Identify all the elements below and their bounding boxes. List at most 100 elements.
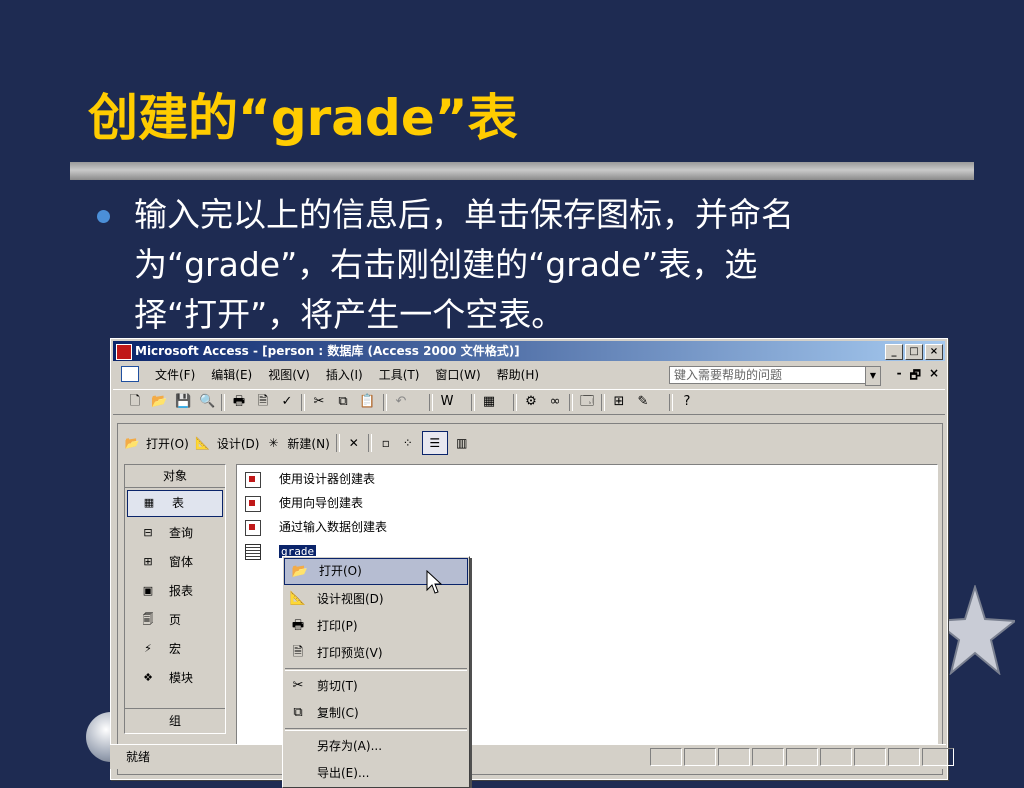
object-label: 报表 bbox=[169, 584, 194, 598]
design-icon[interactable]: 📐 bbox=[195, 435, 211, 451]
object-label: 页 bbox=[169, 613, 182, 627]
object-modules[interactable]: ❖ 模块 bbox=[125, 664, 225, 693]
print-preview-icon: 🗎 bbox=[292, 645, 304, 660]
context-copy[interactable]: ⧉ 复制(C) bbox=[283, 700, 469, 727]
office-links-icon[interactable]: W bbox=[439, 394, 455, 410]
save-icon[interactable]: 💾 bbox=[175, 394, 191, 410]
object-macros[interactable]: ⚡ 宏 bbox=[125, 635, 225, 664]
slide-title: 创建的“grade”表 bbox=[88, 89, 518, 147]
mdi-restore-button[interactable]: 🗗 bbox=[910, 366, 921, 387]
bullet-icon bbox=[97, 210, 110, 223]
mdi-close-button[interactable]: × bbox=[929, 366, 939, 387]
menu-tools[interactable]: 工具(T) bbox=[379, 366, 420, 383]
standard-toolbar: 🗋 📂 💾 🔍 🖶 🗎 ✓ ✂ ⧉ 📋 ↶ W ▦ ⚙ ∞ 🗔 ⊞ ✎ ? bbox=[113, 389, 945, 415]
code-icon[interactable]: ⚙ bbox=[523, 394, 539, 410]
open-table-icon: 📂 bbox=[291, 564, 309, 579]
menu-help[interactable]: 帮助(H) bbox=[497, 366, 539, 383]
mdi-minimize-button[interactable]: - bbox=[897, 366, 902, 387]
object-reports[interactable]: ▣ 报表 bbox=[125, 577, 225, 606]
objects-bar: 对象 ▦ 表 ⊟ 查询 ⊞ 窗体 ▣ 报表 🗐 页 ⚡ 宏 ❖ 模块 组 bbox=[124, 464, 226, 734]
details-view-icon[interactable]: ▥ bbox=[454, 435, 470, 451]
delete-icon[interactable]: ✕ bbox=[346, 435, 362, 451]
table-icon bbox=[245, 543, 261, 560]
database-window-icon[interactable] bbox=[121, 366, 139, 382]
help-icon[interactable]: ? bbox=[679, 394, 695, 410]
table-icon: ▦ bbox=[143, 496, 155, 509]
object-label: 查询 bbox=[169, 526, 194, 540]
status-text: 就绪 bbox=[126, 750, 151, 764]
database-toolbar: 📂 打开(O) 📐 设计(D) ✳ 新建(N) ✕ ▫ ⁘ ☰ ▥ bbox=[124, 430, 470, 456]
list-item[interactable]: 通过输入数据创建表 bbox=[245, 517, 387, 537]
bullet-text: 输入完以上的信息后，单击保存图标，并命名 为“grade”，右击刚创建的“gra… bbox=[134, 190, 954, 340]
print-icon: 🖶 bbox=[291, 618, 305, 633]
analyze-icon[interactable]: ▦ bbox=[481, 394, 497, 410]
object-tables[interactable]: ▦ 表 bbox=[127, 490, 223, 517]
menu-window[interactable]: 窗口(W) bbox=[435, 366, 480, 383]
context-save-as[interactable]: 另存为(A)... bbox=[283, 733, 469, 760]
window-title: Microsoft Access - [person : 数据库 (Access… bbox=[135, 344, 520, 358]
access-app-icon[interactable] bbox=[116, 344, 132, 360]
undo-icon[interactable]: ↶ bbox=[393, 394, 409, 410]
object-label: 模块 bbox=[169, 671, 194, 685]
print-icon[interactable]: 🖶 bbox=[231, 394, 247, 410]
object-forms[interactable]: ⊞ 窗体 bbox=[125, 548, 225, 577]
small-icons-view-icon[interactable]: ⁘ bbox=[400, 435, 416, 451]
status-bar: 就绪 bbox=[110, 744, 954, 769]
window-titlebar[interactable]: Microsoft Access - [person : 数据库 (Access… bbox=[113, 341, 945, 361]
open-button[interactable]: 打开(O) bbox=[146, 435, 189, 452]
bullet-line: 为“grade”，右击刚创建的“grade”表，选 bbox=[134, 245, 758, 284]
print-preview-icon[interactable]: 🗎 bbox=[255, 394, 271, 410]
new-icon[interactable]: 🗋 bbox=[127, 394, 143, 410]
query-icon: ⊟ bbox=[143, 526, 153, 539]
open-folder-icon[interactable]: 📂 bbox=[151, 394, 167, 410]
access-window: Microsoft Access - [person : 数据库 (Access… bbox=[110, 338, 948, 780]
help-search-input[interactable]: 键入需要帮助的问题 bbox=[669, 366, 871, 384]
minimize-button[interactable]: _ bbox=[885, 344, 903, 360]
groups-button[interactable]: 组 bbox=[125, 708, 225, 733]
form-icon: ⊞ bbox=[143, 555, 153, 568]
list-view-icon[interactable]: ☰ bbox=[421, 431, 448, 455]
context-export[interactable]: 导出(E)... bbox=[283, 760, 469, 787]
context-cut[interactable]: ✂ 剪切(T) bbox=[283, 673, 469, 700]
object-queries[interactable]: ⊟ 查询 bbox=[125, 519, 225, 548]
help-dropdown-icon[interactable]: ▼ bbox=[865, 366, 881, 386]
shortcut-icon bbox=[245, 519, 261, 536]
shortcut-icon bbox=[245, 495, 261, 512]
large-icons-view-icon[interactable]: ▫ bbox=[378, 435, 394, 451]
menu-file[interactable]: 文件(F) bbox=[155, 366, 195, 383]
open-table-icon[interactable]: 📂 bbox=[124, 435, 140, 451]
copy-icon: ⧉ bbox=[293, 705, 303, 720]
new-table-icon[interactable]: ✳ bbox=[265, 435, 281, 451]
menu-bar: 文件(F) 编辑(E) 视图(V) 插入(I) 工具(T) 窗口(W) 帮助(H… bbox=[113, 363, 945, 387]
close-button[interactable]: × bbox=[925, 344, 943, 360]
object-label: 表 bbox=[172, 496, 185, 510]
restore-button[interactable]: □ bbox=[905, 344, 923, 360]
list-item[interactable]: 使用设计器创建表 bbox=[245, 469, 375, 489]
objects-header[interactable]: 对象 bbox=[125, 465, 225, 488]
paste-icon[interactable]: 📋 bbox=[359, 394, 375, 410]
database-window: 📂 打开(O) 📐 设计(D) ✳ 新建(N) ✕ ▫ ⁘ ☰ ▥ 对象 ▦ 表… bbox=[117, 423, 943, 775]
list-item[interactable]: 使用向导创建表 bbox=[245, 493, 363, 513]
design-button[interactable]: 设计(D) bbox=[217, 435, 260, 452]
object-label: 宏 bbox=[169, 642, 182, 656]
macro-icon: ⚡ bbox=[144, 642, 152, 655]
page-icon: 🗐 bbox=[142, 613, 154, 626]
spelling-icon[interactable]: ✓ bbox=[279, 394, 295, 410]
properties-icon[interactable]: 🗔 bbox=[579, 394, 595, 410]
menu-insert[interactable]: 插入(I) bbox=[326, 366, 363, 383]
new-button[interactable]: 新建(N) bbox=[287, 435, 329, 452]
context-print-preview[interactable]: 🗎 打印预览(V) bbox=[283, 640, 469, 667]
cut-icon[interactable]: ✂ bbox=[311, 394, 327, 410]
object-label: 窗体 bbox=[169, 555, 194, 569]
script-icon[interactable]: ∞ bbox=[547, 394, 563, 410]
copy-icon[interactable]: ⧉ bbox=[335, 394, 351, 410]
cut-icon: ✂ bbox=[292, 678, 304, 693]
new-object-icon[interactable]: ✎ bbox=[635, 394, 651, 410]
search-icon[interactable]: 🔍 bbox=[199, 394, 215, 410]
menu-edit[interactable]: 编辑(E) bbox=[211, 366, 252, 383]
context-print[interactable]: 🖶 打印(P) bbox=[283, 613, 469, 640]
bullet-line: 输入完以上的信息后，单击保存图标，并命名 bbox=[134, 195, 794, 234]
object-pages[interactable]: 🗐 页 bbox=[125, 606, 225, 635]
relationships-icon[interactable]: ⊞ bbox=[611, 394, 627, 410]
menu-view[interactable]: 视图(V) bbox=[268, 366, 310, 383]
